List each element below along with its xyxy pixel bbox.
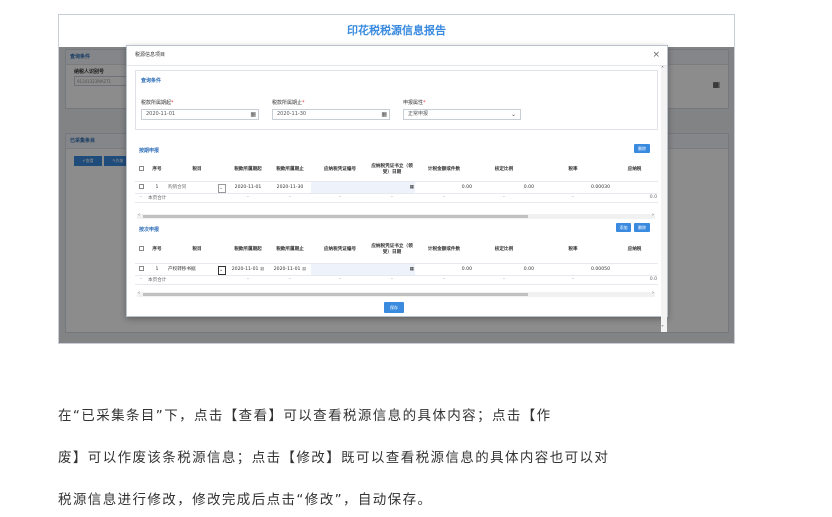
- scroll-up-icon[interactable]: ˄: [661, 66, 664, 73]
- by-count-title: 按次申报: [139, 227, 160, 233]
- period-end-input[interactable]: 2020-11-30 ▦: [272, 109, 390, 120]
- instruction-line-3: 税源信息进行修改，修改完成后点击“修改”，自动保存。: [58, 492, 433, 508]
- by-period-table: 序号 税目 税款所属期起 税款所属期止 应纳税凭证编号 应纳税凭证书立（领受）日期 计税…: [135, 159, 658, 203]
- calendar-icon[interactable]: ▦: [369, 181, 415, 194]
- period-start-input[interactable]: 2020-11-01 ▦: [141, 109, 259, 120]
- query-fieldset: 查询条件 税款所属期起* 2020-11-01 ▦ 税款所属期止* 2020-1…: [135, 70, 658, 130]
- calendar-icon[interactable]: ▦: [258, 267, 264, 272]
- scroll-left-icon[interactable]: ‹: [138, 212, 140, 218]
- report-type-label: 申报属性*: [403, 100, 426, 106]
- period-start-label: 税款所属期起*: [141, 100, 174, 106]
- table-header-row: 序号 税目 税款所属期起 税款所属期止 应纳税凭证编号 应纳税凭证书立（领受）日期 计税…: [135, 159, 658, 182]
- query-section-title: 查询条件: [141, 78, 162, 84]
- checkbox-icon[interactable]: [138, 166, 144, 172]
- checkbox-icon[interactable]: [138, 266, 144, 271]
- by-period-title: 按期申报: [139, 148, 160, 154]
- checkbox-icon[interactable]: [138, 246, 144, 252]
- horizontal-scrollbar-2[interactable]: ‹ ›: [137, 290, 655, 297]
- save-button[interactable]: 保存: [384, 302, 404, 313]
- modal-vertical-scrollbar[interactable]: ˄ ˅: [661, 66, 667, 332]
- scroll-down-icon[interactable]: ˅: [661, 325, 664, 332]
- chevron-down-icon[interactable]: ⌄: [511, 110, 516, 119]
- voucher-number-input[interactable]: [311, 263, 369, 276]
- horizontal-scrollbar[interactable]: ‹ ›: [137, 212, 655, 219]
- add-button[interactable]: 添加: [616, 223, 631, 232]
- instruction-line-2: 废】可以作废该条税源信息；点击【修改】既可以查看税源信息的具体内容也可以对: [58, 450, 610, 466]
- tax-source-modal: 税源信息项目 × 查询条件 税款所属期起* 2020-11-01 ▦ 税款所属期…: [126, 45, 668, 317]
- item-select[interactable]: 购销合同 ⌄: [167, 181, 227, 194]
- report-type-select[interactable]: 正常申报 ⌄: [403, 109, 521, 120]
- by-count-table: 序号 税目 税款所属期起 税款所属期止 应纳税凭证编号 应纳税凭证书立（领受）日期 计税…: [135, 237, 658, 285]
- checkbox-icon[interactable]: [138, 184, 144, 189]
- chevron-down-icon[interactable]: ⌄: [218, 184, 226, 192]
- subtotal-row: - 本页合计 --- --- -0.0: [135, 275, 658, 285]
- instruction-line-1: 在“已采集条目”下，点击【查看】可以查看税源信息的具体内容；点击【作: [58, 408, 552, 424]
- calendar-icon[interactable]: ▦: [250, 111, 256, 119]
- subtotal-row: - 本页合计 --- --- -0.0: [135, 193, 658, 203]
- calendar-icon[interactable]: ▦: [381, 111, 387, 119]
- table-row: 1 产权转移书据 ⌄ 2020-11-01 ▦ 2020-11-01 ▦ ▦ 0.…: [135, 263, 658, 276]
- voucher-number-input[interactable]: [311, 181, 369, 194]
- scroll-left-icon[interactable]: ‹: [138, 290, 140, 296]
- delete-button-2[interactable]: 删除: [634, 223, 650, 232]
- table-header-row: 序号 税目 税款所属期起 税款所属期止 应纳税凭证编号 应纳税凭证书立（领受）日期 计税…: [135, 237, 658, 264]
- delete-button[interactable]: 删除: [634, 144, 650, 153]
- calendar-icon[interactable]: ▦: [369, 263, 415, 276]
- calendar-icon[interactable]: ▦: [300, 267, 306, 272]
- modal-title: 税源信息项目: [135, 52, 166, 58]
- chevron-down-icon[interactable]: ⌄: [218, 266, 226, 274]
- scroll-right-icon[interactable]: ›: [652, 290, 654, 296]
- item-select[interactable]: 产权转移书据 ⌄: [167, 263, 227, 276]
- modal-header: 税源信息项目 ×: [127, 46, 667, 66]
- period-end-label: 税款所属期止*: [272, 100, 305, 106]
- scroll-right-icon[interactable]: ›: [652, 212, 654, 218]
- close-icon[interactable]: ×: [652, 46, 660, 65]
- table-row: 1 购销合同 ⌄ 2020-11-01 2020-11-30 ▦ 0.00 0.0…: [135, 181, 658, 194]
- page-title: 印花税税源信息报告: [59, 15, 734, 47]
